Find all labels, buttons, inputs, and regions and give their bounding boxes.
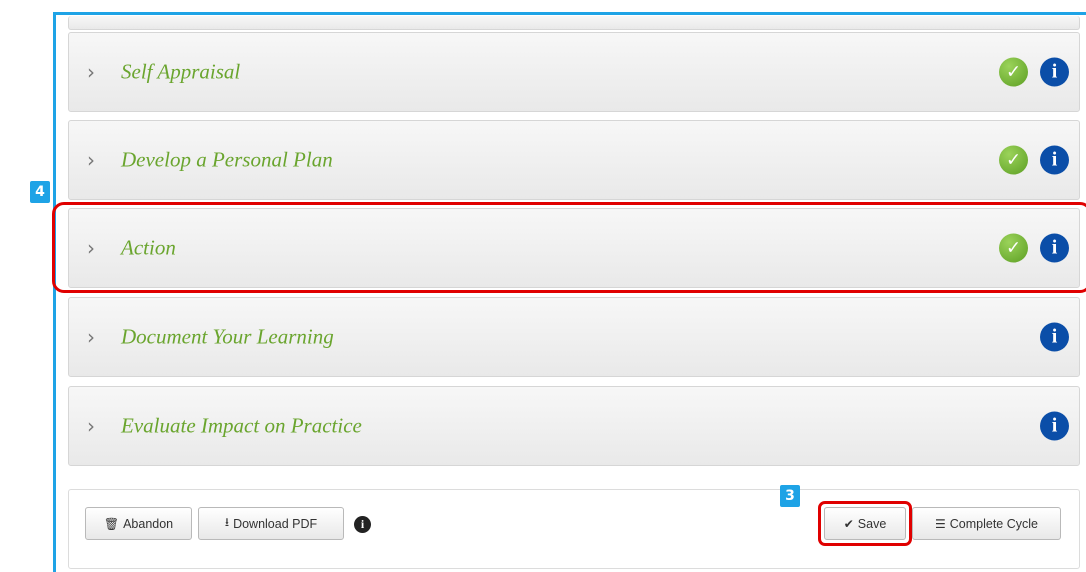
save-button-highlight (818, 501, 912, 546)
step-develop-personal-plan[interactable]: › Develop a Personal Plan ✓ i (68, 120, 1080, 200)
download-pdf-label: Download PDF (233, 516, 318, 531)
download-pdf-button[interactable]: ⭳ Download PDF (198, 507, 344, 540)
chevron-right-icon: › (87, 148, 95, 172)
step-title: Evaluate Impact on Practice (121, 413, 362, 438)
step-document-learning[interactable]: › Document Your Learning i (68, 297, 1080, 377)
info-icon[interactable]: i (1040, 57, 1069, 87)
trash-icon: 🗑 (103, 516, 120, 531)
action-step-highlight (52, 202, 1086, 293)
check-icon: ✓ (999, 145, 1028, 175)
info-icon[interactable]: i (354, 516, 371, 533)
check-icon: ✓ (999, 57, 1028, 87)
complete-cycle-button[interactable]: ☰ Complete Cycle (912, 507, 1061, 540)
step-annotation-badge: 4 (30, 181, 50, 203)
chevron-right-icon: › (87, 414, 95, 438)
step-self-appraisal[interactable]: › Self Appraisal ✓ i (68, 32, 1080, 112)
previous-step-panel (68, 16, 1080, 30)
step-title: Document Your Learning (121, 324, 334, 349)
step-title: Self Appraisal (121, 59, 241, 84)
info-icon[interactable]: i (1040, 145, 1069, 175)
list-icon: ☰ (935, 516, 946, 531)
info-icon[interactable]: i (1040, 322, 1069, 352)
step-evaluate-impact[interactable]: › Evaluate Impact on Practice i (68, 386, 1080, 466)
complete-cycle-label: Complete Cycle (949, 516, 1038, 531)
step-title: Develop a Personal Plan (121, 147, 333, 172)
abandon-label: Abandon (123, 516, 174, 531)
download-icon: ⭳ (224, 515, 230, 529)
info-icon[interactable]: i (1040, 411, 1069, 441)
abandon-button[interactable]: 🗑 Abandon (85, 507, 192, 540)
chevron-right-icon: › (87, 325, 95, 349)
save-annotation-badge: 3 (780, 485, 800, 507)
chevron-right-icon: › (87, 60, 95, 84)
